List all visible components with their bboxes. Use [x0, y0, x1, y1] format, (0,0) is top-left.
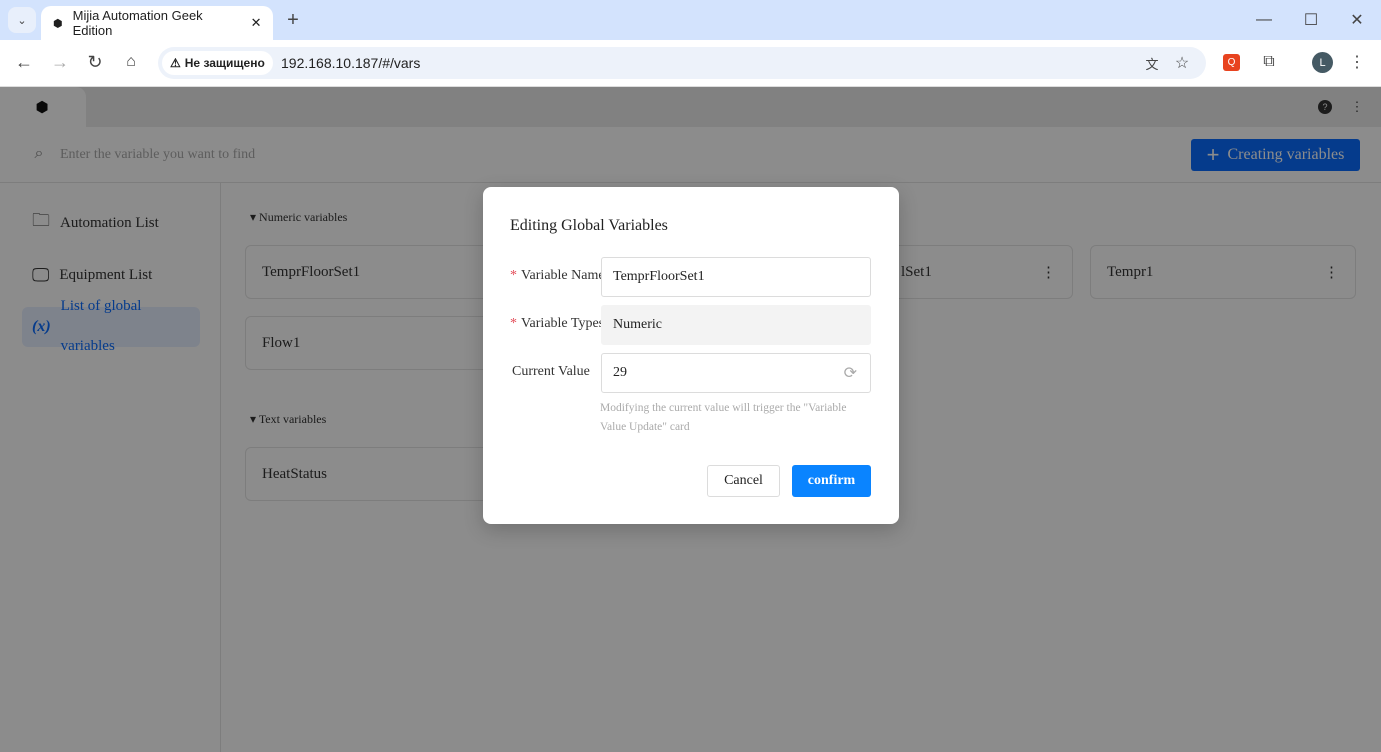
bookmark-star-icon[interactable]: ☆: [1170, 51, 1194, 75]
dialog-title: Editing Global Variables: [510, 217, 668, 234]
maximize-icon[interactable]: ☐: [1299, 8, 1323, 32]
tab-search-icon[interactable]: ⌄: [8, 7, 36, 33]
confirm-button[interactable]: confirm: [792, 465, 871, 497]
security-chip[interactable]: ⚠ Не защищено: [162, 51, 273, 75]
reload-icon[interactable]: ↻: [83, 50, 107, 74]
browser-tab-bar: ⌄ ⬢ Mijia Automation Geek Edition ✕ + — …: [0, 0, 1381, 40]
profile-avatar[interactable]: L: [1312, 52, 1333, 73]
minimize-icon[interactable]: —: [1252, 8, 1276, 32]
site-favicon-icon: ⬢: [53, 17, 63, 30]
address-bar[interactable]: ⚠ Не защищено 192.168.10.187/#/vars 文 ☆: [158, 47, 1206, 79]
edit-variable-dialog: Editing Global Variables * Variable Name …: [483, 187, 899, 524]
forward-icon[interactable]: →: [48, 50, 72, 74]
extension-search-icon[interactable]: Q: [1223, 54, 1240, 71]
cancel-button[interactable]: Cancel: [707, 465, 780, 497]
new-tab-icon[interactable]: +: [282, 8, 304, 32]
translate-icon[interactable]: 文: [1140, 51, 1164, 75]
current-value-text: 29: [613, 365, 627, 380]
refresh-icon[interactable]: ⟳: [844, 363, 857, 383]
extensions-puzzle-icon[interactable]: ⧉: [1258, 51, 1280, 73]
variable-type-field: Numeric: [601, 305, 871, 345]
browser-menu-icon[interactable]: ⋮: [1347, 51, 1367, 73]
variable-name-label: * Variable Name: [510, 268, 602, 283]
home-icon[interactable]: ⌂: [119, 50, 143, 74]
url-text: 192.168.10.187/#/vars: [281, 55, 421, 71]
variable-name-input[interactable]: TemprFloorSet1: [601, 257, 871, 297]
tab-title: Mijia Automation Geek Edition: [72, 8, 203, 38]
warning-icon: ⚠: [170, 56, 181, 70]
current-value-input[interactable]: 29 ⟳: [601, 353, 871, 393]
current-value-label: Current Value: [512, 364, 590, 379]
close-tab-icon[interactable]: ✕: [251, 15, 262, 31]
close-window-icon[interactable]: ✕: [1345, 8, 1369, 32]
security-label: Не защищено: [184, 56, 265, 70]
browser-tab[interactable]: ⬢ Mijia Automation Geek Edition ✕: [41, 6, 273, 40]
variable-type-label: * Variable Types: [510, 316, 602, 331]
back-icon[interactable]: ←: [12, 50, 36, 74]
hint-text: Modifying the current value will trigger…: [600, 402, 847, 433]
